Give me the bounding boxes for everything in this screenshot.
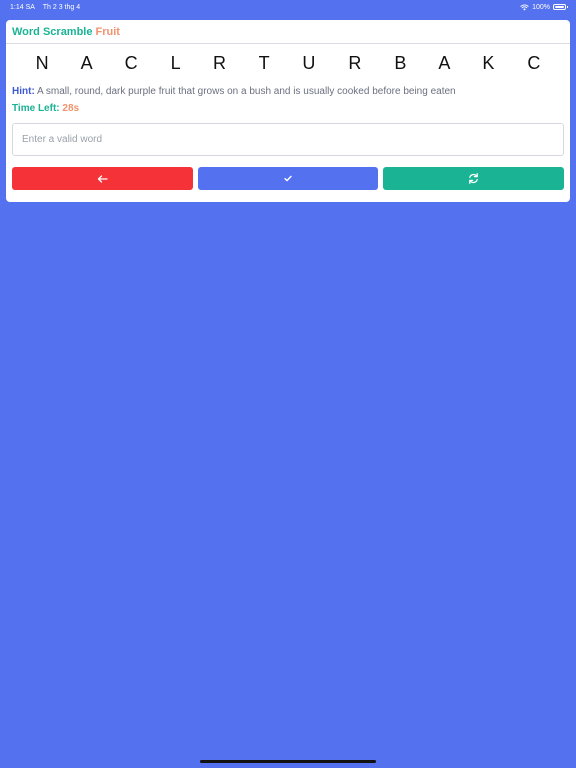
hint-row: Hint: A small, round, dark purple fruit … [6,86,570,97]
status-date: Th 2 3 thg 4 [42,3,81,11]
status-left: 1:14 SA Th 2 3 thg 4 [10,4,86,11]
wifi-icon [520,4,529,10]
battery-percent: 100% [532,3,550,11]
app-title: Word Scramble [12,25,93,38]
card-header: Word Scramble Fruit [6,20,570,44]
word-input[interactable] [12,123,564,156]
status-bar: 1:14 SA Th 2 3 thg 4 100% [0,0,576,14]
refresh-button[interactable] [383,167,565,190]
time-label: Time Left: [12,103,60,114]
hint-text: A small, round, dark purple fruit that g… [37,86,456,97]
status-right: 100% [520,3,568,11]
back-button[interactable] [12,167,193,190]
input-wrap [12,123,564,156]
time-row: Time Left: 28s [6,103,570,114]
battery-icon [553,4,568,10]
game-card: Word Scramble Fruit N A C L R T U R B A … [6,20,570,202]
refresh-icon [469,173,479,184]
check-button[interactable] [197,167,379,190]
hint-label: Hint: [12,86,35,97]
category-label: Fruit [95,25,120,38]
arrow-left-icon [97,174,108,183]
button-row [12,167,565,190]
status-time: 1:14 SA [10,3,35,11]
scrambled-word: N A C L R T U R B A K C [35,53,555,73]
time-value: 28s [62,103,80,114]
home-indicator[interactable] [200,760,376,763]
checkmark-icon [284,175,292,182]
